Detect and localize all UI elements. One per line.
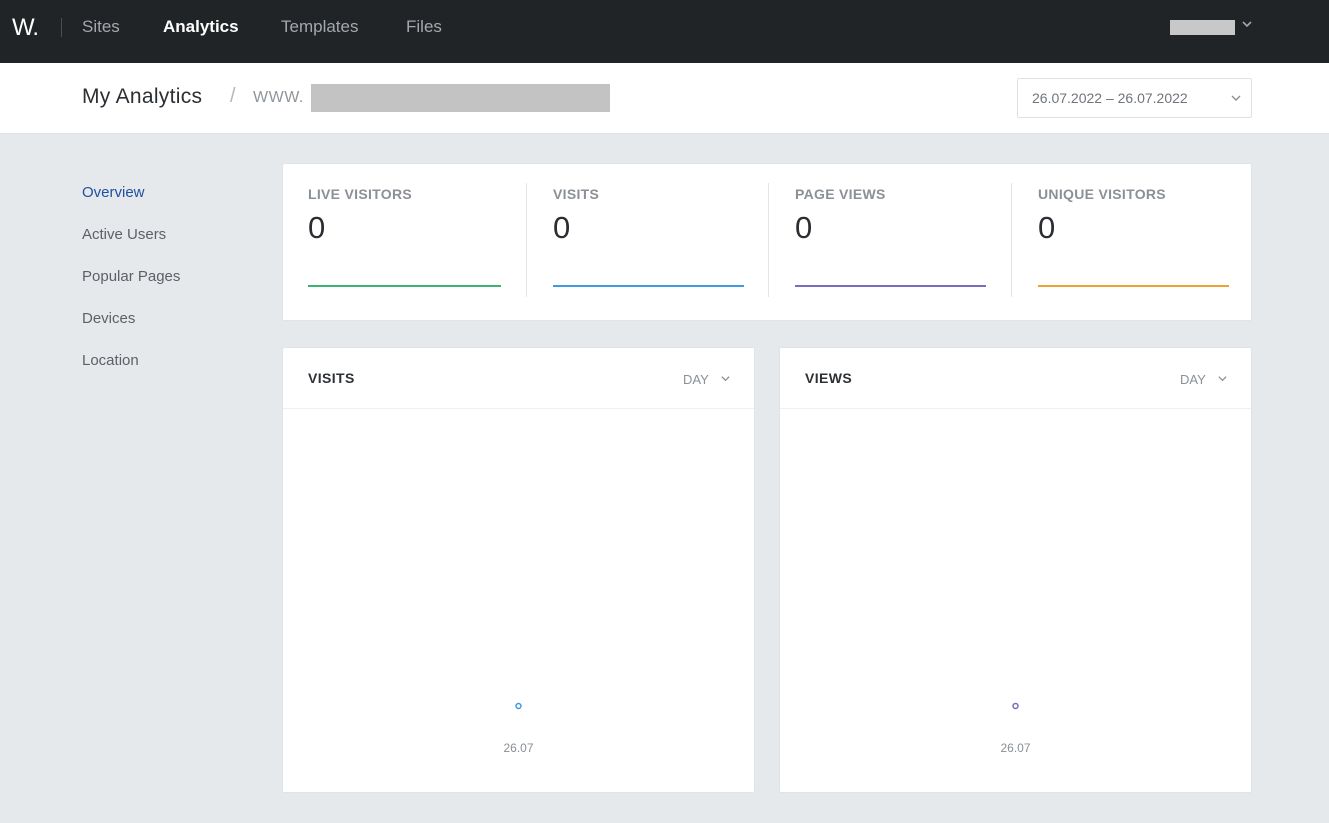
site-url: WWW. [253,89,304,106]
stat-label: VISITS [553,186,600,202]
logo-divider [61,18,62,37]
summary-stats-card: LIVE VISITORS 0 VISITS 0 PAGE VIEWS 0 UN… [282,163,1252,321]
chevron-down-icon[interactable] [720,373,731,384]
stat-divider [1011,183,1012,297]
stat-live-visitors: LIVE VISITORS 0 [308,164,501,322]
stat-page-views: PAGE VIEWS 0 [795,164,986,322]
period-select[interactable]: DAY [1180,372,1206,387]
sidebar-item-overview[interactable]: Overview [82,184,145,201]
stat-value: 0 [308,210,326,245]
stat-value: 0 [795,210,813,245]
nav-item-analytics[interactable]: Analytics [163,17,239,37]
stat-color-line [553,285,744,287]
stat-color-line [1038,285,1229,287]
chevron-down-icon [1231,95,1241,101]
nav-item-templates[interactable]: Templates [281,17,358,37]
data-point[interactable] [1012,702,1019,710]
sidebar-item-devices[interactable]: Devices [82,310,135,327]
sidebar-item-active-users[interactable]: Active Users [82,226,166,243]
data-point[interactable] [515,702,522,710]
stat-color-line [308,285,501,287]
date-range-text: 26.07.2022 – 26.07.2022 [1032,90,1188,106]
logo[interactable]: W. [12,14,39,42]
sidebar-item-popular-pages[interactable]: Popular Pages [82,268,180,285]
page-title: My Analytics [82,85,203,108]
chevron-down-icon[interactable] [1217,373,1228,384]
visits-chart-card: VISITS DAY 26.07 [282,347,755,793]
period-select[interactable]: DAY [683,372,709,387]
nav-item-files[interactable]: Files [406,17,442,37]
chart-header: VISITS DAY [283,348,754,409]
stat-color-line [795,285,986,287]
chart-title: VISITS [308,370,355,386]
stat-divider [526,183,527,297]
user-account-name-redacted[interactable] [1170,20,1235,35]
visits-chart: 26.07 [503,702,534,755]
sidebar-item-location[interactable]: Location [82,352,139,369]
nav-item-sites[interactable]: Sites [82,17,120,37]
chart-title: VIEWS [805,370,853,386]
stat-label: LIVE VISITORS [308,186,412,202]
top-navigation-bar: W. Sites Analytics Templates Files [0,0,1329,63]
stat-label: UNIQUE VISITORS [1038,186,1166,202]
chevron-down-icon[interactable] [1241,18,1253,30]
stat-visits: VISITS 0 [553,164,744,322]
site-url-redacted [311,84,610,112]
stat-value: 0 [1038,210,1056,245]
x-tick-label: 26.07 [503,741,533,755]
breadcrumb-separator: / [230,85,236,107]
stat-label: PAGE VIEWS [795,186,886,202]
page-header: My Analytics / WWW. 26.07.2022 – 26.07.2… [0,63,1329,134]
stat-value: 0 [553,210,571,245]
views-chart: 26.07 [1000,702,1031,755]
stat-divider [768,183,769,297]
views-chart-card: VIEWS DAY 26.07 [779,347,1252,793]
stat-unique-visitors: UNIQUE VISITORS 0 [1038,164,1229,322]
date-range-picker[interactable]: 26.07.2022 – 26.07.2022 [1017,78,1252,118]
x-tick-label: 26.07 [1000,741,1030,755]
chart-header: VIEWS DAY [780,348,1251,409]
